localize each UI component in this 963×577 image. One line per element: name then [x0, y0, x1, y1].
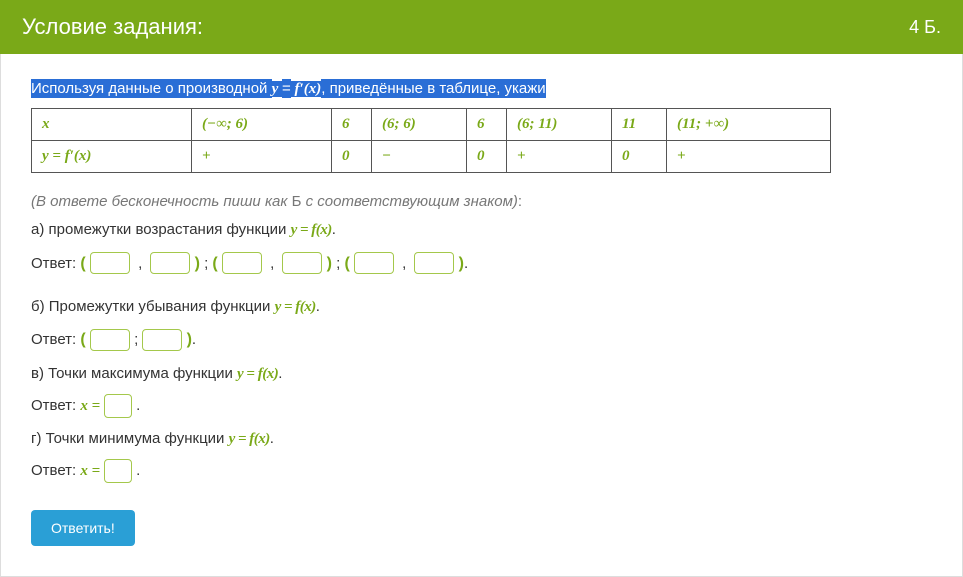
answer-label: Ответ:	[31, 331, 80, 348]
derivative-table: x (−∞; 6) 6 (6; 6) 6 (6; 11) 11 (11; +∞)…	[31, 108, 831, 173]
x-eq: x =	[80, 463, 104, 479]
cell: 11	[612, 109, 667, 141]
part-c-dot: .	[278, 365, 282, 382]
intro-text-2: , приведённые в таблице, укажи	[321, 79, 545, 98]
input-a3-from[interactable]	[354, 252, 394, 274]
semicolon: ;	[332, 255, 345, 272]
task-title: Условие задания:	[22, 14, 203, 40]
part-d-text: г) Точки минимума функции y = f(x).	[31, 425, 932, 454]
task-header: Условие задания: 4 Б.	[0, 0, 963, 54]
part-a-label: а) промежутки возрастания функции	[31, 221, 291, 238]
part-d-answer: Ответ: x = .	[31, 457, 932, 486]
semicolon: ;	[200, 255, 213, 272]
input-a1-from[interactable]	[90, 252, 130, 274]
part-b-answer: Ответ: ( ; ).	[31, 325, 932, 355]
comma: ,	[398, 255, 410, 272]
cell: (−∞; 6)	[192, 109, 332, 141]
part-a-text: а) промежутки возрастания функции y = f(…	[31, 216, 932, 245]
input-a1-to[interactable]	[150, 252, 190, 274]
answer-label: Ответ:	[31, 462, 80, 479]
input-a2-from[interactable]	[222, 252, 262, 274]
intro-line: Используя данные о производной y = f′(x)…	[31, 80, 932, 98]
dot: .	[464, 255, 468, 272]
input-a3-to[interactable]	[414, 252, 454, 274]
part-a-answer: Ответ: ( , ) ; ( , ) ; ( , ).	[31, 249, 932, 279]
input-c-x[interactable]	[104, 394, 132, 418]
cell-fx: y = f′(x)	[32, 141, 192, 173]
part-c-formula: y = f(x)	[237, 366, 278, 382]
answer-label: Ответ:	[31, 397, 80, 414]
paren-open: (	[212, 255, 217, 272]
submit-button[interactable]: Ответить!	[31, 510, 135, 546]
paren-open: (	[80, 255, 85, 272]
part-c-answer: Ответ: x = .	[31, 392, 932, 421]
cell: +	[192, 141, 332, 173]
cell: 0	[467, 141, 507, 173]
part-c-label: в) Точки максимума функции	[31, 365, 237, 382]
cell: (6; 11)	[507, 109, 612, 141]
cell: 6	[467, 109, 507, 141]
comma: ,	[266, 255, 278, 272]
cell: (6; 6)	[372, 109, 467, 141]
answer-label: Ответ:	[31, 255, 80, 272]
cell: (11; +∞)	[667, 109, 831, 141]
note-text-1: (В ответе бесконечность пиши как	[31, 193, 292, 210]
input-b-to[interactable]	[142, 329, 182, 351]
part-d-formula: y = f(x)	[229, 431, 270, 447]
note-line: (В ответе бесконечность пиши как Б с соо…	[31, 193, 932, 210]
dot: .	[136, 397, 140, 414]
cell: +	[507, 141, 612, 173]
cell: 6	[332, 109, 372, 141]
task-score: 4 Б.	[909, 17, 941, 38]
paren-open: (	[344, 255, 349, 272]
intro-formula-y: y	[272, 81, 282, 97]
note-B: Б	[292, 193, 302, 210]
part-a-formula: y = f(x)	[291, 222, 332, 238]
part-a-dot: .	[332, 221, 336, 238]
part-c-text: в) Точки максимума функции y = f(x).	[31, 360, 932, 389]
task-content: Используя данные о производной y = f′(x)…	[0, 54, 963, 577]
part-b-dot: .	[316, 298, 320, 315]
part-d-dot: .	[270, 430, 274, 447]
dot: .	[136, 462, 140, 479]
intro-text-1: Используя данные о производной	[31, 79, 272, 98]
cell-x: x	[32, 109, 192, 141]
part-d-label: г) Точки минимума функции	[31, 430, 229, 447]
cell: −	[372, 141, 467, 173]
x-eq: x =	[80, 398, 104, 414]
input-b-from[interactable]	[90, 329, 130, 351]
cell: 0	[332, 141, 372, 173]
table-row: y = f′(x) + 0 − 0 + 0 +	[32, 141, 831, 173]
cell: +	[667, 141, 831, 173]
cell: 0	[612, 141, 667, 173]
note-colon: :	[518, 193, 522, 210]
table-row: x (−∞; 6) 6 (6; 6) 6 (6; 11) 11 (11; +∞)	[32, 109, 831, 141]
part-b-label: б) Промежутки убывания функции	[31, 298, 275, 315]
part-b-formula: y = f(x)	[275, 299, 316, 315]
note-text-2: с соответствующим знаком)	[301, 193, 517, 210]
semicolon: ;	[134, 331, 142, 348]
input-a2-to[interactable]	[282, 252, 322, 274]
input-d-x[interactable]	[104, 459, 132, 483]
comma: ,	[134, 255, 146, 272]
paren-open: (	[80, 331, 85, 348]
intro-formula-eq: =	[282, 79, 291, 98]
dot: .	[192, 331, 196, 348]
intro-formula-fx: f′(x)	[291, 81, 321, 97]
part-b-text: б) Промежутки убывания функции y = f(x).	[31, 293, 932, 322]
